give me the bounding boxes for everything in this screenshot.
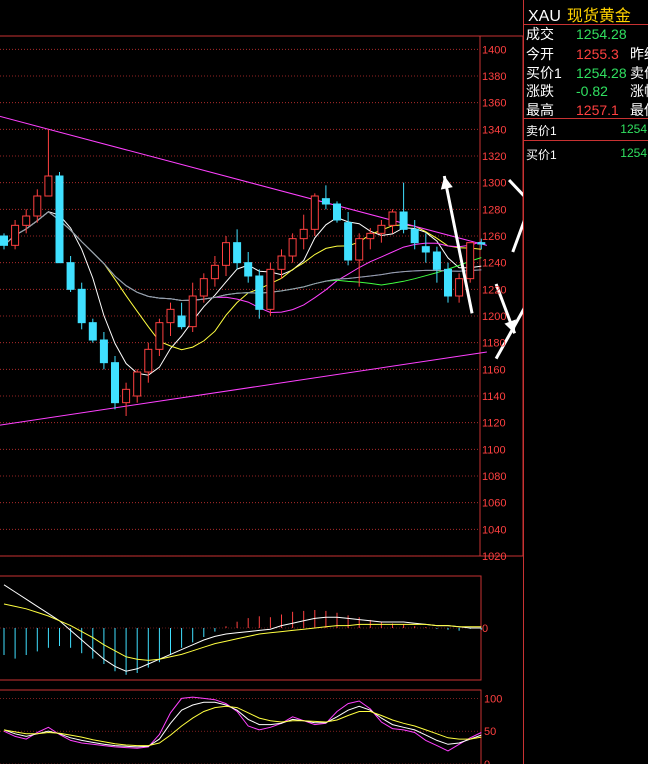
- y-tick-label: 1160: [482, 364, 506, 376]
- candle-body: [166, 308, 175, 324]
- y-tick-label: 1080: [482, 471, 506, 483]
- quote-row-open: 今开1255.3昨结: [526, 46, 648, 62]
- candle-body: [333, 203, 341, 221]
- quote-row-last: 成交 1254.28: [526, 26, 627, 42]
- kdj-tick-label: 50: [484, 726, 496, 738]
- candle-body: [388, 211, 397, 226]
- candle-body: [244, 262, 253, 277]
- quote-panel: XAU 现货黄金 成交1254.28 今开1255.3昨结 买价11254.28卖…: [523, 0, 648, 764]
- candle-body: [44, 175, 53, 197]
- candle-body: [299, 228, 308, 240]
- candle-body: [455, 278, 464, 297]
- candle-body: [111, 362, 119, 404]
- kdj-line: [3, 696, 482, 752]
- candle-body: [277, 255, 286, 270]
- candle-body: [233, 242, 242, 264]
- candle-body: [266, 268, 275, 310]
- y-tick-label: 1140: [482, 391, 506, 403]
- candle-body: [466, 242, 475, 280]
- candle-body: [66, 262, 75, 290]
- candle-body: [11, 224, 20, 246]
- candle-body: [144, 348, 153, 373]
- y-tick-label: 1220: [482, 284, 506, 296]
- candle-body: [0, 235, 8, 246]
- candle-body: [77, 288, 86, 324]
- candle-body: [444, 268, 452, 297]
- y-tick-label: 1360: [482, 98, 506, 110]
- candle-body: [122, 388, 131, 404]
- y-tick-label: 1020: [482, 551, 506, 563]
- candle-body: [188, 295, 197, 328]
- candle-body: [22, 215, 31, 226]
- candle-body: [377, 224, 386, 234]
- y-tick-label: 1240: [482, 258, 506, 270]
- kdj-panel: 100 50 0: [0, 689, 502, 764]
- trendline: [0, 115, 487, 246]
- y-tick-label: 1100: [482, 444, 506, 456]
- symbol-label: XAU: [528, 8, 561, 25]
- candle-body: [33, 195, 42, 217]
- candle-body: [177, 315, 186, 328]
- quote-row-change: 涨跌-0.82涨幅: [526, 83, 648, 99]
- macd-panel: 0: [0, 575, 488, 681]
- candle-body: [99, 339, 108, 364]
- y-tick-label: 1180: [482, 338, 506, 350]
- y-tick-label: 1260: [482, 231, 506, 243]
- candle-body: [210, 264, 219, 280]
- candle-body: [421, 246, 430, 253]
- instrument-name: 现货黄金: [566, 8, 631, 25]
- y-tick-label: 1060: [482, 498, 506, 510]
- candles: [0, 129, 486, 416]
- kdj-tick-label: 0: [484, 759, 490, 764]
- candle-body: [310, 195, 319, 230]
- candle-body: [410, 228, 419, 244]
- y-tick-label: 1320: [482, 151, 506, 163]
- quote-row-bid: 买价11254.28卖价: [526, 65, 648, 81]
- candle-body: [199, 278, 208, 297]
- y-tick-label: 1200: [482, 311, 506, 323]
- candle-body: [222, 242, 230, 266]
- kdj-tick-label: 100: [484, 693, 502, 705]
- quote-row-high: 最高1257.1最低: [526, 102, 648, 118]
- candle-body: [355, 238, 364, 261]
- y-tick-label: 1040: [482, 524, 506, 536]
- candle-body: [288, 238, 297, 257]
- order-book-ask: 卖价1 1254: [526, 122, 647, 138]
- y-tick-label: 1280: [482, 204, 506, 216]
- order-book-bid: 买价1 1254: [526, 146, 647, 162]
- macd-zero-label: 0: [482, 623, 488, 635]
- candle-body: [55, 175, 64, 264]
- trendline: [0, 351, 487, 426]
- candle-body: [88, 322, 97, 341]
- candle-body: [255, 275, 264, 310]
- quote-title: XAU 现货黄金: [528, 2, 631, 26]
- y-tick-label: 1340: [482, 124, 506, 136]
- candle-body: [432, 251, 441, 270]
- candle-body: [399, 211, 408, 230]
- candle-body: [155, 322, 164, 350]
- y-tick-label: 1120: [482, 418, 506, 430]
- ma-line: [3, 211, 482, 351]
- candle-body: [344, 222, 353, 261]
- candle-body: [366, 232, 375, 240]
- candle-body: [133, 371, 142, 397]
- y-tick-label: 1300: [482, 178, 506, 190]
- y-tick-label: 1400: [482, 44, 506, 56]
- kdj-line: [3, 705, 482, 747]
- y-tick-label: 1380: [482, 71, 506, 83]
- candle-body: [321, 198, 330, 205]
